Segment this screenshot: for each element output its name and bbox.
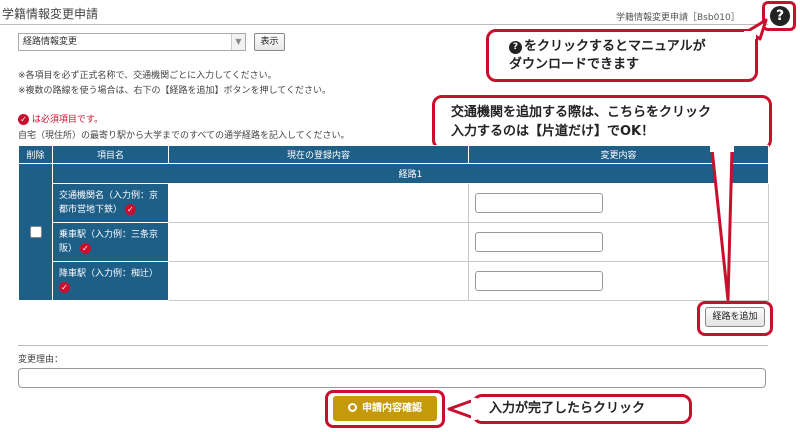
add-route-button[interactable]: 経路を追加 bbox=[705, 307, 765, 327]
route-instruction: 自宅（現住所）の最寄り駅から大学までのすべての通学経路を記入してください。 bbox=[18, 131, 350, 141]
page-title: 学籍情報変更申請 bbox=[2, 7, 99, 21]
route-header-row: 経路1 bbox=[18, 162, 769, 301]
table-row: 降車駅（入力例：椥辻） ✓ bbox=[19, 261, 769, 301]
route-table: 削除 項目名 現在の登録内容 変更内容 経路1 交通機関名（入力例：京都市営地下… bbox=[18, 145, 769, 301]
column-header-change: 変更内容 bbox=[468, 145, 769, 164]
help-icon-small: ? bbox=[509, 41, 522, 54]
header-divider bbox=[0, 24, 768, 25]
column-header-delete: 削除 bbox=[18, 145, 53, 164]
current-alighting bbox=[168, 261, 469, 301]
form-type-select-value: 経路情報変更 bbox=[23, 37, 78, 47]
row-label-transport: 交通機関名（入力例：京都市営地下鉄） ✓ bbox=[52, 183, 169, 224]
pointer-confirm bbox=[447, 398, 476, 420]
chevron-down-icon: ▼ bbox=[231, 34, 245, 50]
help-icon[interactable]: ? bbox=[770, 6, 790, 26]
required-legend: ✓ は必須項目です。 bbox=[18, 112, 103, 125]
current-transport bbox=[168, 183, 469, 224]
alighting-station-input[interactable] bbox=[475, 271, 603, 292]
row-label-boarding-text: 乗車駅（入力例：三条京阪） bbox=[59, 230, 159, 255]
change-transport-cell bbox=[468, 183, 769, 224]
callout-add-route: 交通機関を追加する際は、こちらをクリック 入力するのは【片道だけ】でOK！ bbox=[432, 95, 772, 150]
change-boarding-cell bbox=[468, 222, 769, 263]
required-check-icon: ✓ bbox=[18, 114, 29, 125]
required-check-icon: ✓ bbox=[124, 204, 136, 216]
callout-manual-line1: ? をクリックするとマニュアルが bbox=[509, 38, 745, 56]
required-legend-text: は必須項目です。 bbox=[31, 115, 103, 125]
delete-cell bbox=[18, 163, 53, 301]
row-label-transport-text: 交通機関名（入力例：京都市営地下鉄） bbox=[59, 191, 159, 216]
callout-manual-line2: ダウンロードできます bbox=[509, 57, 640, 72]
show-button[interactable]: 表示 bbox=[254, 33, 285, 51]
required-check-icon: ✓ bbox=[59, 282, 70, 294]
callout-add-line1: 交通機関を追加する際は、こちらをクリック bbox=[451, 105, 712, 120]
change-alighting-cell bbox=[468, 261, 769, 301]
callout-manual: ? をクリックするとマニュアルが ダウンロードできます bbox=[486, 29, 758, 82]
column-header-item: 項目名 bbox=[52, 145, 169, 164]
table-row: 交通機関名（入力例：京都市営地下鉄） ✓ bbox=[19, 183, 769, 224]
delete-route-checkbox[interactable] bbox=[29, 226, 42, 238]
row-label-boarding: 乗車駅（入力例：三条京阪） ✓ bbox=[52, 222, 169, 263]
confirm-button[interactable]: 申請内容確認 bbox=[333, 396, 437, 421]
required-check-icon: ✓ bbox=[79, 243, 91, 255]
table-row: 乗車駅（入力例：三条京阪） ✓ bbox=[19, 222, 769, 263]
section-divider bbox=[18, 345, 768, 346]
screen-id: 学籍情報変更申請［Bsb010］ bbox=[616, 13, 740, 23]
current-boarding bbox=[168, 222, 469, 263]
route-label: 経路1 bbox=[52, 162, 769, 185]
confirm-button-label: 申請内容確認 bbox=[362, 403, 422, 414]
row-label-alighting: 降車駅（入力例：椥辻） ✓ bbox=[52, 261, 169, 301]
callout-confirm: 入力が完了したらクリック bbox=[472, 394, 692, 424]
row-label-alighting-text: 降車駅（入力例：椥辻） bbox=[59, 269, 159, 280]
reason-label: 変更理由： bbox=[18, 355, 64, 365]
column-header-current: 現在の登録内容 bbox=[168, 145, 469, 164]
form-type-select[interactable]: 経路情報変更 ▼ bbox=[18, 33, 246, 51]
transport-input[interactable] bbox=[475, 193, 603, 214]
note-multiple-routes: ※複数の路線を使う場合は、右下の【経路を追加】ボタンを押してください。 bbox=[18, 86, 332, 96]
callout-add-line2: 入力するのは【片道だけ】でOK！ bbox=[451, 124, 655, 139]
table-header-row: 削除 項目名 現在の登録内容 変更内容 bbox=[18, 145, 769, 164]
reason-input[interactable] bbox=[18, 368, 766, 388]
boarding-station-input[interactable] bbox=[475, 232, 603, 253]
note-official-names: ※各項目を必ず正式名称で、交通機関ごとに入力してください。 bbox=[18, 71, 277, 81]
callout-manual-text1: をクリックするとマニュアルが bbox=[524, 39, 706, 54]
circle-icon bbox=[348, 403, 357, 412]
